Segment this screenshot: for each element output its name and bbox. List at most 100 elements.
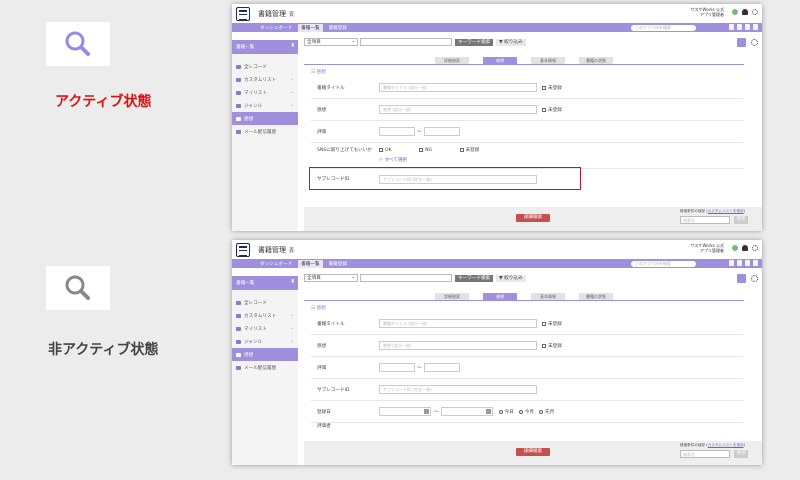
- avatar-icon[interactable]: [732, 245, 738, 251]
- app-logo-icon[interactable]: [236, 242, 250, 257]
- grid-icon[interactable]: [729, 24, 734, 30]
- app-logo-icon[interactable]: [236, 6, 250, 21]
- chevron-down-icon: ⌄: [290, 326, 294, 331]
- this-month-radio[interactable]: 今月: [518, 409, 534, 415]
- save-button[interactable]: 保存: [734, 450, 748, 458]
- rating-to-input[interactable]: [423, 363, 460, 372]
- detail-search-button[interactable]: 詳細検索: [516, 214, 550, 222]
- sidebar-header[interactable]: 書籍一覧 ▮: [232, 40, 298, 54]
- field-label: 評価: [317, 365, 327, 371]
- save-button[interactable]: 保存: [734, 216, 748, 224]
- sidebar-item-all-records[interactable]: 全レコード: [232, 296, 298, 309]
- heart-icon: [236, 90, 241, 95]
- sidebar-item-mail-history[interactable]: メール配信履歴: [232, 361, 298, 374]
- title-input[interactable]: 書籍タイトル (部分一致): [379, 83, 537, 92]
- view-toggle-icon[interactable]: [737, 37, 746, 47]
- calendar-icon[interactable]: [485, 409, 491, 414]
- tab-book-status[interactable]: 書籍の状態: [579, 293, 613, 300]
- tab-book-status[interactable]: 書籍の状態: [579, 57, 613, 64]
- nav-dashboard[interactable]: ダッシュボード: [260, 261, 292, 267]
- keyword-input[interactable]: [360, 38, 452, 46]
- sidebar-item-review[interactable]: 感想: [232, 112, 298, 125]
- help-icon[interactable]: [745, 24, 750, 30]
- sidebar-header[interactable]: 書籍一覧 ▮: [232, 276, 298, 290]
- field-select[interactable]: 全項目: [304, 38, 358, 46]
- tab-detail-search[interactable]: 詳細検索: [435, 293, 469, 300]
- avatar-icon[interactable]: [732, 9, 738, 15]
- field-select[interactable]: 全項目: [304, 274, 358, 282]
- review-input[interactable]: 感想 (部分一致): [379, 105, 537, 114]
- today-radio[interactable]: 今日: [498, 409, 514, 415]
- tab-detail-search[interactable]: 詳細検索: [435, 57, 469, 64]
- pin-icon[interactable]: ▮: [291, 279, 294, 284]
- tools-icon[interactable]: [737, 260, 742, 266]
- gear-icon[interactable]: [752, 245, 758, 251]
- sns-ok-checkbox[interactable]: OK: [379, 148, 392, 153]
- sidebar-item-my-list[interactable]: マイリスト ⌄: [232, 322, 298, 335]
- nav-book-list[interactable]: 書籍一覧: [298, 23, 323, 32]
- review-input[interactable]: 感想 (部分一致): [379, 341, 537, 350]
- tab-basic-info[interactable]: 基本情報: [531, 293, 565, 300]
- rating-from-input[interactable]: [379, 363, 415, 372]
- sidebar-item-custom-list[interactable]: カスタムリスト ⌄: [232, 309, 298, 322]
- unregistered-checkbox[interactable]: 未登録: [542, 85, 562, 91]
- help-icon[interactable]: [745, 260, 750, 266]
- gear-icon[interactable]: [751, 274, 758, 282]
- app-search-input[interactable]: このアプリ内を検索: [631, 260, 696, 267]
- last-month-radio[interactable]: 先月: [539, 409, 554, 415]
- list-icon: [236, 300, 241, 305]
- refresh-icon[interactable]: [753, 260, 758, 266]
- custom-list-link[interactable]: カスタムリストを使用: [708, 209, 744, 213]
- filter-button[interactable]: ▼ 絞り込み: [496, 38, 526, 46]
- app-title: 書籍管理頁: [258, 245, 295, 254]
- pin-icon[interactable]: ▮: [291, 43, 294, 48]
- grid-icon[interactable]: [729, 260, 734, 266]
- refresh-icon[interactable]: [753, 24, 758, 30]
- sidebar-item-genre[interactable]: ジャンル ⌄: [232, 335, 298, 348]
- search-name-input[interactable]: 検索名: [680, 216, 730, 224]
- sidebar-item-all-records[interactable]: 全レコード: [232, 60, 298, 73]
- calendar-icon[interactable]: [424, 409, 429, 414]
- subrecord-id-input[interactable]: サブレコードID (完全一致): [379, 385, 537, 394]
- sns-ng-checkbox[interactable]: NG: [419, 148, 432, 153]
- unregistered-checkbox[interactable]: 未登録: [542, 107, 562, 113]
- tab-review[interactable]: 感想: [483, 293, 517, 300]
- keyword-input[interactable]: [360, 274, 452, 282]
- bell-icon[interactable]: [742, 245, 748, 251]
- app-search-input[interactable]: このアプリ内を検索: [631, 24, 696, 31]
- select-all-link[interactable]: ⚇ すべて選択: [379, 157, 479, 163]
- nav-dashboard[interactable]: ダッシュボード: [260, 25, 292, 31]
- rating-to-input[interactable]: [423, 127, 460, 136]
- custom-list-link[interactable]: カスタムリストを使用: [708, 443, 744, 447]
- filter-button[interactable]: ▼ 絞り込み: [496, 274, 526, 282]
- sidebar-item-my-list[interactable]: マイリスト ⌄: [232, 86, 298, 99]
- search-name-input[interactable]: 検索名: [680, 450, 730, 458]
- keyword-search-button[interactable]: キーワード検索: [455, 38, 494, 46]
- sidebar-item-review[interactable]: 感想: [232, 348, 298, 361]
- title-input[interactable]: 書籍タイトル (部分一致): [379, 319, 537, 328]
- nav-book-list[interactable]: 書籍一覧: [298, 259, 323, 268]
- view-toggle-icon[interactable]: [737, 273, 746, 283]
- sidebar-item-genre[interactable]: ジャンル ⌄: [232, 99, 298, 112]
- search-icon: [65, 31, 90, 56]
- gear-icon[interactable]: [752, 9, 758, 15]
- detail-search-button[interactable]: 詳細検索: [516, 448, 550, 456]
- nav-book-register[interactable]: 書籍登録: [329, 25, 347, 31]
- keyword-search-button[interactable]: キーワード検索: [455, 274, 494, 282]
- sns-unregistered-checkbox[interactable]: 未登録: [459, 147, 479, 153]
- unregistered-checkbox[interactable]: 未登録: [542, 343, 562, 349]
- bell-icon[interactable]: [742, 9, 748, 15]
- sidebar-item-custom-list[interactable]: カスタムリスト ⌄: [232, 73, 298, 86]
- nav-book-register[interactable]: 書籍登録: [329, 261, 347, 267]
- sidebar-item-mail-history[interactable]: メール配信履歴: [232, 125, 298, 138]
- tab-review[interactable]: 感想: [483, 57, 517, 64]
- unregistered-checkbox[interactable]: 未登録: [542, 321, 562, 327]
- list-icon: [236, 313, 241, 318]
- gear-icon[interactable]: [751, 38, 758, 46]
- tab-basic-info[interactable]: 基本情報: [531, 57, 565, 64]
- chevron-down-icon: ⌄: [290, 313, 294, 318]
- rating-from-input[interactable]: [379, 127, 415, 136]
- nav-bar: ダッシュボード 書籍一覧 書籍登録 このアプリ内を検索: [232, 23, 762, 32]
- tools-icon[interactable]: [737, 24, 742, 30]
- subrecord-id-input[interactable]: サブレコードID (完全一致): [379, 174, 537, 184]
